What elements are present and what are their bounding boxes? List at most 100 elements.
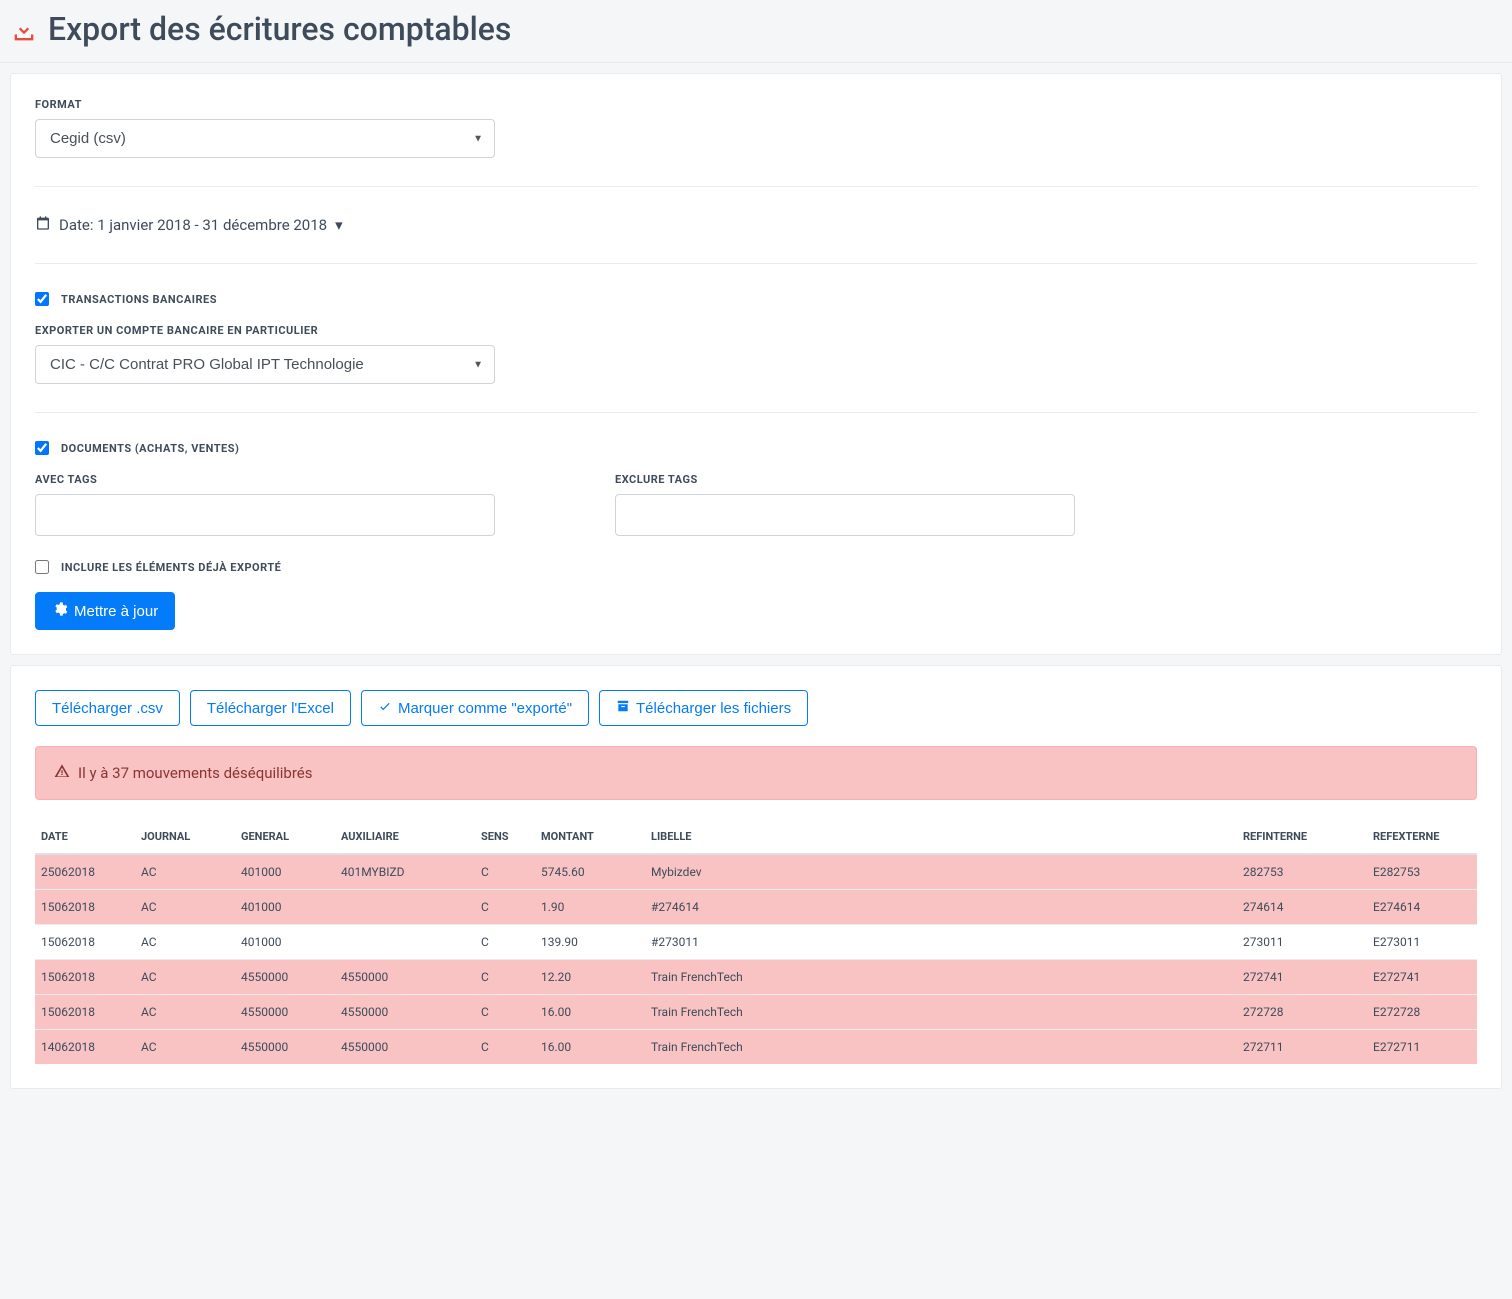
cell-refinterne: 272741 — [1237, 960, 1367, 995]
cell-journal: AC — [135, 960, 235, 995]
cell-general: 401000 — [235, 854, 335, 890]
divider — [35, 263, 1477, 264]
download-excel-button[interactable]: Télécharger l'Excel — [190, 690, 351, 726]
cell-sens: C — [475, 995, 535, 1030]
cell-sens: C — [475, 925, 535, 960]
th-refexterne: REFEXTERNE — [1367, 820, 1477, 854]
format-label: FORMAT — [35, 98, 1477, 111]
cell-refexterne: E274614 — [1367, 890, 1477, 925]
cell-general: 4550000 — [235, 1030, 335, 1065]
include-exported-checkbox[interactable] — [35, 560, 49, 574]
cell-auxiliaire — [335, 925, 475, 960]
download-files-button[interactable]: Télécharger les fichiers — [599, 690, 808, 726]
caret-down-icon: ▾ — [335, 216, 343, 234]
th-journal: JOURNAL — [135, 820, 235, 854]
table-row: 15062018AC45500004550000C16.00Train Fren… — [35, 995, 1477, 1030]
cell-date: 25062018 — [35, 854, 135, 890]
cell-auxiliaire — [335, 890, 475, 925]
action-bar: Télécharger .csv Télécharger l'Excel Mar… — [35, 690, 1477, 726]
cell-libelle: Train FrenchTech — [645, 995, 1237, 1030]
cell-sens: C — [475, 1030, 535, 1065]
th-montant: MONTANT — [535, 820, 645, 854]
table-row: 15062018AC401000 C1.90#274614274614E27461… — [35, 890, 1477, 925]
cell-journal: AC — [135, 890, 235, 925]
mark-exported-button[interactable]: Marquer comme "exporté" — [361, 690, 589, 726]
cell-auxiliaire: 4550000 — [335, 1030, 475, 1065]
exclude-tags-label: EXCLURE TAGS — [615, 473, 1075, 486]
cell-sens: C — [475, 960, 535, 995]
table-row: 14062018AC45500004550000C16.00Train Fren… — [35, 1030, 1477, 1065]
th-libelle: LIBELLE — [645, 820, 1237, 854]
documents-label: DOCUMENTS (ACHATS, VENTES) — [61, 442, 239, 455]
divider — [35, 412, 1477, 413]
alert-text: Il y à 37 mouvements déséquilibrés — [78, 764, 313, 782]
format-select[interactable]: Cegid (csv) — [35, 119, 495, 158]
cell-sens: C — [475, 890, 535, 925]
filter-panel: FORMAT Cegid (csv) ▼ Date: 1 janvier 201… — [10, 73, 1502, 655]
warning-icon — [54, 763, 70, 783]
cell-refexterne: E282753 — [1367, 854, 1477, 890]
cell-sens: C — [475, 854, 535, 890]
exclude-tags-input[interactable] — [615, 494, 1075, 536]
download-icon — [10, 15, 38, 43]
cell-journal: AC — [135, 995, 235, 1030]
cell-refexterne: E272728 — [1367, 995, 1477, 1030]
cell-refexterne: E272711 — [1367, 1030, 1477, 1065]
cell-date: 15062018 — [35, 960, 135, 995]
cell-montant: 16.00 — [535, 995, 645, 1030]
cell-date: 15062018 — [35, 925, 135, 960]
cell-montant: 5745.60 — [535, 854, 645, 890]
cell-date: 15062018 — [35, 995, 135, 1030]
page-title: Export des écritures comptables — [10, 10, 1502, 48]
cell-libelle: Train FrenchTech — [645, 960, 1237, 995]
results-panel: Télécharger .csv Télécharger l'Excel Mar… — [10, 665, 1502, 1089]
cell-date: 15062018 — [35, 890, 135, 925]
cell-refinterne: 272728 — [1237, 995, 1367, 1030]
th-date: DATE — [35, 820, 135, 854]
cell-refinterne: 282753 — [1237, 854, 1367, 890]
date-range-picker[interactable]: Date: 1 janvier 2018 - 31 décembre 2018 … — [35, 215, 1477, 235]
with-tags-label: AVEC TAGS — [35, 473, 495, 486]
archive-icon — [616, 699, 630, 717]
cell-libelle: #274614 — [645, 890, 1237, 925]
page-header: Export des écritures comptables — [0, 0, 1512, 63]
gear-icon — [52, 601, 68, 621]
bank-account-select[interactable]: CIC - C/C Contrat PRO Global IPT Technol… — [35, 345, 495, 384]
cell-montant: 1.90 — [535, 890, 645, 925]
update-button-label: Mettre à jour — [74, 603, 158, 620]
transactions-checkbox[interactable] — [35, 292, 49, 306]
documents-checkbox[interactable] — [35, 441, 49, 455]
cell-auxiliaire: 401MYBIZD — [335, 854, 475, 890]
include-exported-label: INCLURE LES ÉLÉMENTS DÉJÀ EXPORTÉ — [61, 561, 281, 574]
cell-auxiliaire: 4550000 — [335, 960, 475, 995]
check-icon — [378, 699, 392, 717]
entries-table: DATE JOURNAL GENERAL AUXILIAIRE SENS MON… — [35, 820, 1477, 1064]
alert-unbalanced: Il y à 37 mouvements déséquilibrés — [35, 746, 1477, 800]
calendar-icon — [35, 215, 51, 235]
download-csv-button[interactable]: Télécharger .csv — [35, 690, 180, 726]
table-row: 15062018AC45500004550000C12.20Train Fren… — [35, 960, 1477, 995]
page-title-text: Export des écritures comptables — [48, 10, 511, 48]
cell-general: 401000 — [235, 890, 335, 925]
cell-montant: 16.00 — [535, 1030, 645, 1065]
divider — [35, 186, 1477, 187]
cell-general: 401000 — [235, 925, 335, 960]
cell-refinterne: 274614 — [1237, 890, 1367, 925]
cell-refinterne: 272711 — [1237, 1030, 1367, 1065]
cell-refinterne: 273011 — [1237, 925, 1367, 960]
cell-journal: AC — [135, 1030, 235, 1065]
cell-general: 4550000 — [235, 995, 335, 1030]
cell-journal: AC — [135, 925, 235, 960]
update-button[interactable]: Mettre à jour — [35, 592, 175, 630]
cell-refexterne: E273011 — [1367, 925, 1477, 960]
date-range-text: Date: 1 janvier 2018 - 31 décembre 2018 — [59, 216, 327, 234]
cell-montant: 139.90 — [535, 925, 645, 960]
cell-date: 14062018 — [35, 1030, 135, 1065]
with-tags-input[interactable] — [35, 494, 495, 536]
th-sens: SENS — [475, 820, 535, 854]
cell-general: 4550000 — [235, 960, 335, 995]
bank-account-label: EXPORTER UN COMPTE BANCAIRE EN PARTICULI… — [35, 324, 1477, 337]
th-general: GENERAL — [235, 820, 335, 854]
cell-libelle: #273011 — [645, 925, 1237, 960]
cell-journal: AC — [135, 854, 235, 890]
